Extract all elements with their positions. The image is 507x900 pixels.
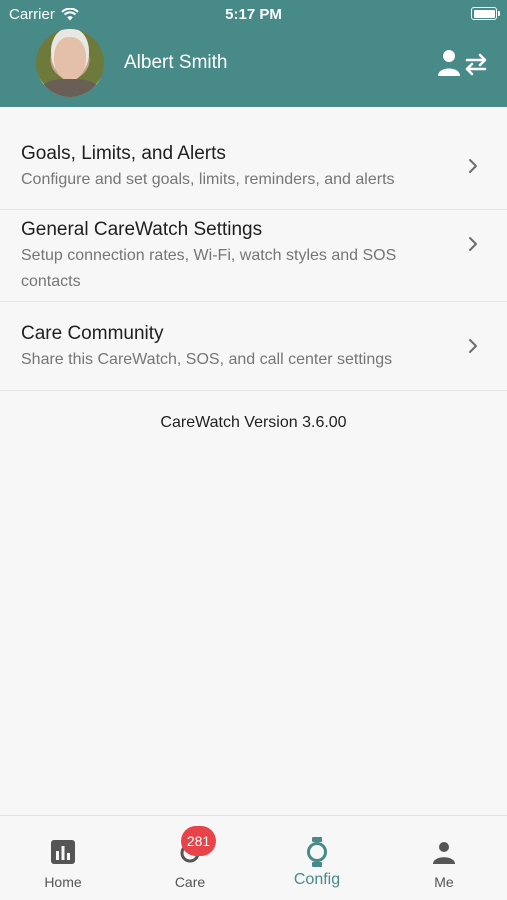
settings-menu: Goals, Limits, and Alerts Configure and … <box>0 126 507 391</box>
tab-me[interactable]: Me <box>381 816 507 900</box>
tab-label: Me <box>434 874 454 890</box>
menu-item-goals[interactable]: Goals, Limits, and Alerts Configure and … <box>0 126 507 210</box>
menu-item-general-settings[interactable]: General CareWatch Settings Setup connect… <box>0 210 507 302</box>
menu-item-subtitle: Share this CareWatch, SOS, and call cent… <box>21 351 393 368</box>
menu-item-subtitle: Setup connection rates, Wi-Fi, watch sty… <box>21 247 397 290</box>
person-icon <box>433 842 455 864</box>
tab-label: Care <box>174 874 206 890</box>
clock: 5:17 PM <box>225 6 282 23</box>
battery-icon <box>471 7 500 20</box>
notification-badge: 281 <box>181 826 216 856</box>
tab-home[interactable]: Home <box>0 816 126 900</box>
tab-config[interactable]: Config <box>254 816 380 900</box>
tab-label: Config <box>293 871 341 888</box>
menu-item-subtitle: Configure and set goals, limits, reminde… <box>21 171 395 188</box>
bar-chart-icon <box>51 840 75 864</box>
menu-item-title: General CareWatch Settings <box>21 219 263 240</box>
tab-bar: Home Care Config Me <box>0 815 507 900</box>
chevron-right-icon <box>469 159 477 173</box>
menu-item-title: Goals, Limits, and Alerts <box>21 143 226 164</box>
switch-user-icon[interactable] <box>436 49 488 77</box>
tab-label: Home <box>44 874 82 890</box>
user-name: Albert Smith <box>124 52 228 73</box>
watch-icon <box>307 837 327 867</box>
avatar[interactable] <box>36 29 104 97</box>
header: Carrier 5:17 PM Albert Smith <box>0 0 507 107</box>
status-bar: Carrier 5:17 PM <box>0 0 507 28</box>
chevron-right-icon <box>469 237 477 251</box>
chevron-right-icon <box>469 339 477 353</box>
app-version: CareWatch Version 3.6.00 <box>160 414 347 431</box>
menu-item-care-community[interactable]: Care Community Share this CareWatch, SOS… <box>0 302 507 391</box>
menu-item-title: Care Community <box>21 323 164 344</box>
